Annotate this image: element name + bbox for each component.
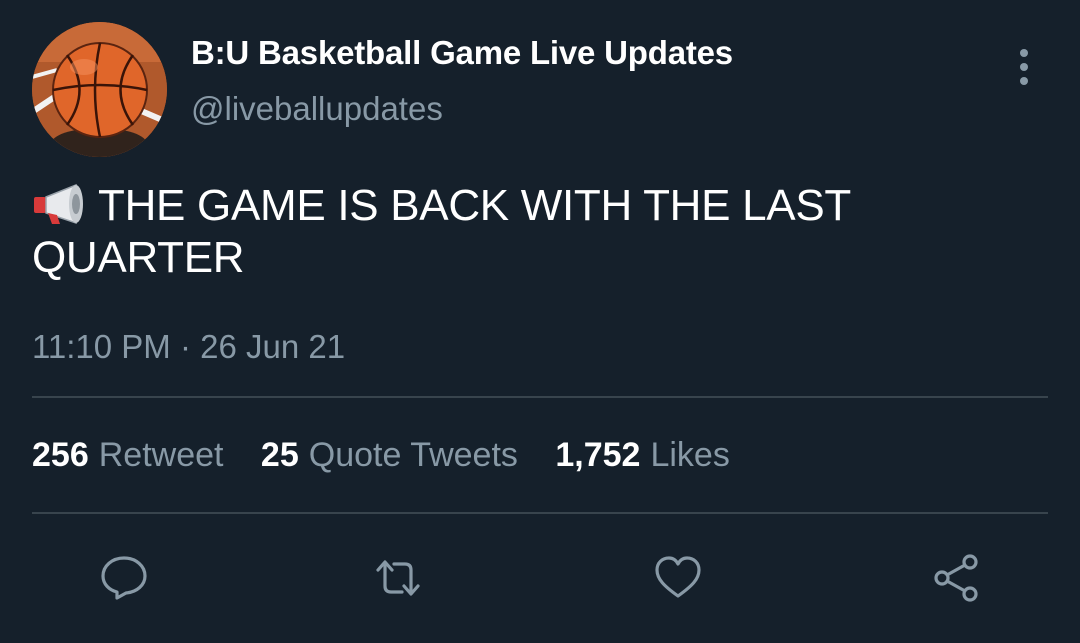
share-icon [934,554,978,602]
quote-tweets-label: Quote Tweets [308,436,518,474]
retweet-button[interactable] [372,552,424,604]
tweet-timestamp[interactable]: 11:10 PM · 26 Jun 21 [32,328,345,366]
reply-icon [101,556,147,600]
author-handle[interactable]: @liveballupdates [191,90,443,128]
share-button[interactable] [930,552,982,604]
retweets-count: 256 [32,436,89,474]
divider [32,396,1048,398]
retweet-icon [376,560,420,596]
basketball-icon [32,22,167,157]
megaphone-icon [32,182,90,226]
likes-stat[interactable]: 1,752 Likes [555,436,729,475]
likes-count: 1,752 [555,436,641,474]
timestamp-time: 11:10 PM [32,328,171,365]
tweet-text-line-1: THE GAME IS BACK WITH THE LAST [98,181,851,230]
like-icon [655,556,701,598]
divider [32,512,1048,514]
more-vertical-icon [1020,49,1028,85]
tweet-text-line-2: QUARTER [32,233,245,282]
quote-tweets-stat[interactable]: 25 Quote Tweets [261,436,518,475]
author-display-name[interactable]: B:U Basketball Game Live Updates [191,34,733,72]
more-options-button[interactable] [1008,46,1040,88]
retweets-label: Retweet [98,436,224,474]
engagement-stats: 256 Retweet 25 Quote Tweets 1,752 Likes [32,436,758,475]
like-button[interactable] [652,552,704,604]
timestamp-date: 26 Jun 21 [200,328,346,365]
tweet-text: THE GAME IS BACK WITH THE LAST QUARTER [32,180,1032,284]
avatar[interactable] [32,22,167,157]
quote-tweets-count: 25 [260,436,299,474]
tweet-detail: B:U Basketball Game Live Updates @liveba… [0,0,1080,643]
retweets-stat[interactable]: 256 Retweet [32,436,223,475]
reply-button[interactable] [98,552,150,604]
timestamp-separator: · [179,328,191,365]
likes-label: Likes [650,436,730,474]
